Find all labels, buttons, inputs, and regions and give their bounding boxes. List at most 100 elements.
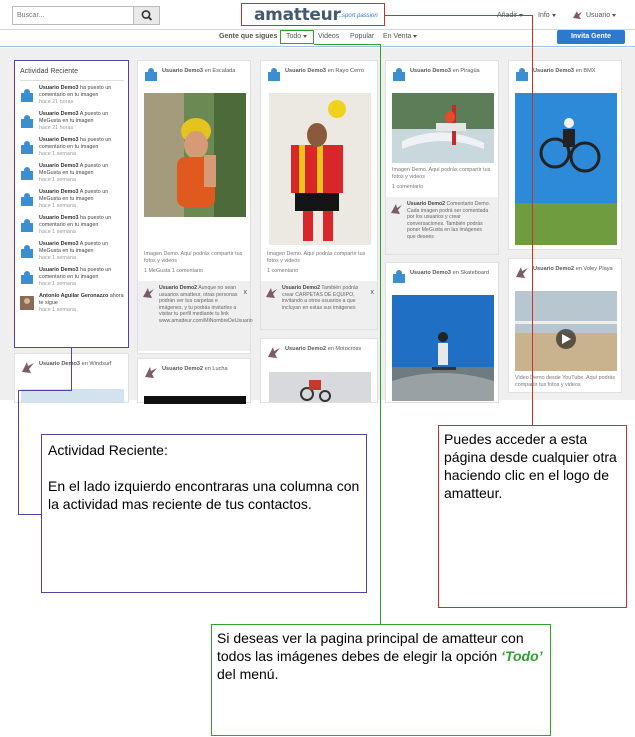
post-stats: 1 comentario (267, 268, 299, 274)
comment-user: Usuario Demo2 (282, 285, 321, 291)
tab-for-sale[interactable]: En Venta (383, 33, 418, 40)
activity-user[interactable]: Usuario Demo3 (39, 215, 79, 221)
activity-item[interactable]: Usuario Demo3 A puesto un MeGusta en tu … (20, 163, 126, 189)
logo-text: amatteur (254, 5, 341, 25)
post-image-windsurf[interactable] (21, 389, 124, 403)
search-icon (141, 10, 153, 21)
activity-user[interactable]: Usuario Demo3 (39, 189, 79, 195)
post-user: Usuario Demo2 (285, 346, 327, 352)
post-image-escalada[interactable] (144, 93, 246, 217)
post-user: Usuario Demo3 (285, 68, 327, 74)
activity-item[interactable]: Usuario Demo3 A puesto un MeGusta en tu … (20, 189, 126, 215)
close-icon[interactable]: x (244, 289, 248, 296)
avatar-icon (21, 141, 33, 154)
post-image-skate[interactable] (392, 295, 494, 401)
post-place: Windsurf (89, 361, 112, 367)
comment-box: Usuario Demo2 Comentario Demo. Cada imag… (386, 197, 498, 254)
activity-time: hace 1 semana (39, 203, 76, 209)
activity-user[interactable]: Usuario Demo3 (39, 241, 79, 247)
activity-time: hace 1 semana (39, 307, 76, 313)
annotation-logo: Puedes acceder a esta página desde cualq… (438, 425, 627, 608)
post-card-rayo[interactable]: Usuario Demo3 en Rayo Cerro Imagen Demo.… (260, 60, 378, 330)
post-place: Motocross (335, 346, 362, 352)
post-video-voley[interactable] (515, 291, 617, 371)
annotation-todo-post: del menú. (217, 666, 279, 682)
activity-item[interactable]: Usuario Demo3 ha puesto un comentario en… (20, 215, 126, 241)
avatar-icon (21, 167, 33, 180)
post-header: Usuario Demo3 en Piragüa (392, 67, 492, 85)
post-card-escalada[interactable]: Usuario Demo3 en Escalada Imagen Demo. A… (137, 60, 253, 354)
activity-panel: Actividad Reciente Usuario Demo3 ha pues… (14, 60, 129, 348)
post-user: Usuario Demo3 (533, 68, 575, 74)
annotation-line (71, 348, 72, 390)
post-en: en (326, 346, 336, 352)
post-header: Usuario Demo3 en BMX (515, 67, 615, 85)
activity-item[interactable]: Usuario Demo3 ha puesto un comentario en… (20, 137, 126, 163)
avatar-icon (266, 288, 277, 298)
post-card-bmx[interactable]: Usuario Demo3 en BMX (508, 60, 622, 250)
post-image-motocross[interactable] (269, 372, 371, 402)
divider (20, 80, 124, 81)
post-description: Imagen Demo. Aquí podrás compartir tus f… (144, 251, 243, 264)
comment-text: Aunque no sean usuarios amatteur, otras … (159, 285, 253, 324)
avatar-icon (21, 89, 33, 102)
post-card-piragua[interactable]: Usuario Demo3 en Piragüa Imagen Demo. Aq… (385, 60, 499, 255)
chevron-down-icon (612, 13, 617, 17)
post-image-rayo[interactable] (269, 93, 371, 245)
avatar-icon (516, 267, 528, 278)
avatar-icon (145, 367, 157, 378)
tab-for-sale-label: En Venta (383, 33, 412, 40)
search-input[interactable] (13, 7, 135, 24)
menu-user[interactable]: Usuario (586, 12, 617, 19)
post-header: Usuario Demo2 en Lucha (144, 365, 244, 383)
chevron-down-icon (413, 34, 418, 38)
post-header: Usuario Demo3 en Skateboard (392, 269, 492, 287)
activity-item[interactable]: Usuario Demo3 A puesto un MeGusta en tu … (20, 241, 126, 267)
activity-item[interactable]: Usuario Demo3 ha puesto un comentario en… (20, 267, 126, 293)
activity-item[interactable]: Usuario Demo3 ha puesto un comentario en… (20, 85, 126, 111)
activity-item[interactable]: Usuario Demo3 A puesto un MeGusta en tu … (20, 111, 126, 137)
post-card-skate[interactable]: Usuario Demo3 en Skateboard (385, 262, 499, 403)
activity-time: hace 1 semana (39, 229, 76, 235)
user-avatar-icon[interactable] (572, 9, 583, 20)
post-header: Usuario Demo3 en Rayo Cerro (267, 67, 367, 85)
post-image-lucha[interactable] (144, 396, 246, 404)
avatar-icon (21, 245, 33, 258)
post-description: Imagen Demo. Aquí podrás compartir tus f… (267, 251, 366, 264)
post-en: en (203, 366, 213, 372)
post-card-motocross[interactable]: Usuario Demo2 en Motocross (260, 338, 378, 403)
tab-popular[interactable]: Popular (350, 33, 374, 40)
close-icon[interactable]: x (371, 289, 375, 296)
activity-user[interactable]: Usuario Demo3 (39, 111, 79, 117)
activity-user[interactable]: Usuario Demo3 (39, 163, 79, 169)
post-place: Voley Playa (583, 266, 613, 272)
activity-time: hace 21 horas (39, 125, 74, 131)
activity-user[interactable]: Usuario Demo3 (39, 267, 79, 273)
post-en: en (80, 361, 90, 367)
tab-videos[interactable]: Videos (318, 33, 339, 40)
post-card-voley[interactable]: Usuario Demo2 en Voley Playa Video Demo … (508, 258, 622, 393)
tab-following[interactable]: Gente que sigues (219, 33, 277, 40)
post-card-lucha[interactable]: Usuario Demo2 en Lucha (137, 358, 251, 404)
activity-time: hace 1 semana (39, 281, 76, 287)
invite-button[interactable]: Invita Gente (557, 30, 625, 44)
activity-user[interactable]: Usuario Demo3 (39, 85, 79, 91)
avatar-icon (393, 68, 405, 81)
activity-time: hace 1 semana (39, 177, 76, 183)
post-place: BMX (583, 68, 596, 74)
post-image-piragua[interactable] (392, 93, 494, 163)
post-place: Lucha (212, 366, 228, 372)
post-image-bmx[interactable] (515, 93, 617, 245)
annotation-line (18, 390, 19, 514)
search-button[interactable] (133, 7, 159, 24)
annotation-line (314, 44, 380, 45)
post-en: en (574, 266, 584, 272)
post-place: Escalada (212, 68, 236, 74)
activity-item[interactable]: Antonio Aguilar Geronazzo ahora te sigue… (20, 293, 126, 319)
activity-user[interactable]: Usuario Demo3 (39, 137, 79, 143)
post-en: en (203, 68, 213, 74)
amatteur-logo[interactable]: amatteur ...sport passion (241, 3, 385, 26)
activity-user[interactable]: Antonio Aguilar Geronazzo (39, 293, 108, 299)
menu-info[interactable]: Info (538, 12, 556, 19)
post-description: Imagen Demo. Aquí podrás compartir tus f… (392, 167, 491, 180)
